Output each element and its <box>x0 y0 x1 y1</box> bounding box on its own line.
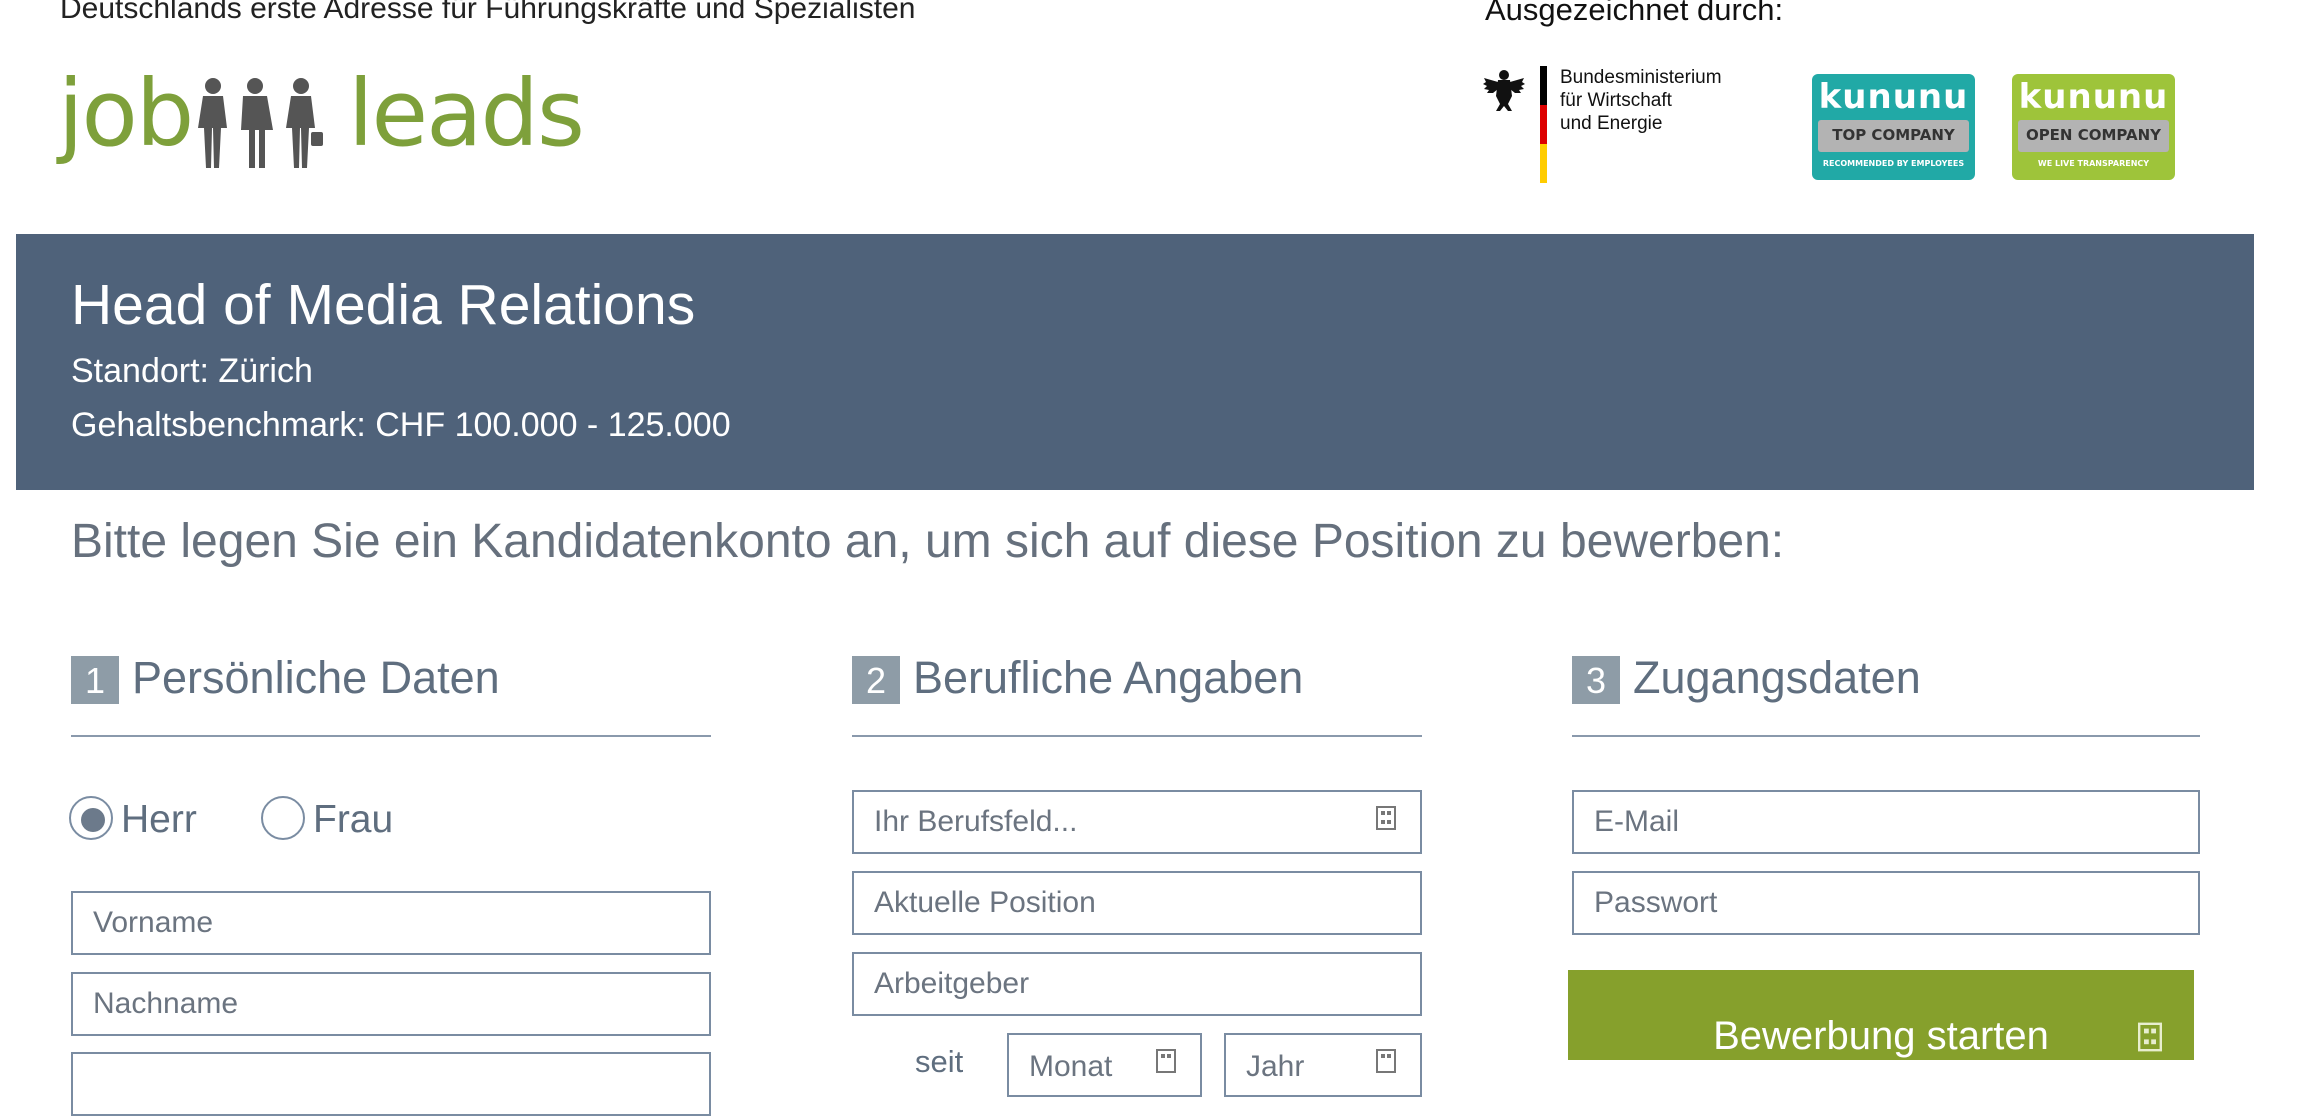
position-field[interactable]: Aktuelle Position <box>852 871 1422 935</box>
lastname-placeholder: Nachname <box>93 987 239 1020</box>
badge-brand: kununu <box>2018 77 2169 117</box>
tagline: Deutschlands erste Adresse für Führungsk… <box>60 0 916 25</box>
radio-selected-dot <box>81 808 105 832</box>
radio-circle[interactable] <box>69 796 113 840</box>
password-field[interactable]: Passwort <box>1572 871 2200 935</box>
job-location: Standort: Zürich <box>71 352 313 390</box>
section-number: 1 <box>71 656 119 704</box>
month-placeholder: Monat <box>1029 1050 1113 1083</box>
section-label: Berufliche Angaben <box>913 652 1304 703</box>
ministry-name: Bundesministerium für Wirtschaft und Ene… <box>1560 66 1722 135</box>
firstname-field[interactable]: Vorname <box>71 891 711 955</box>
awarded-label: Ausgezeichnet durch: <box>1485 0 1784 27</box>
year-select[interactable]: Jahr <box>1224 1033 1422 1097</box>
badge-sub: RECOMMENDED BY EMPLOYEES <box>1822 159 1965 168</box>
email-placeholder: E-Mail <box>1594 805 1680 838</box>
section-personal-header: 1 Persönliche Daten <box>71 652 711 704</box>
profession-placeholder: Ihr Berufsfeld... <box>874 805 1078 838</box>
lastname-field[interactable]: Nachname <box>71 972 711 1036</box>
start-application-button[interactable]: Bewerbung starten <box>1568 970 2194 1060</box>
radio-label[interactable]: Frau <box>313 798 393 842</box>
ministry-line-2: für Wirtschaft <box>1560 90 1672 111</box>
eagle-icon <box>1483 70 1525 111</box>
form-helper-icon <box>2138 1022 2162 1052</box>
form-helper-icon <box>1376 806 1396 830</box>
start-application-label: Bewerbung starten <box>1713 1014 2049 1058</box>
kununu-open-company-badge[interactable]: kununu OPEN COMPANY WE LIVE TRANSPARENCY <box>2012 74 2175 180</box>
section-divider <box>852 735 1422 737</box>
ministry-line-3: und Energie <box>1560 113 1663 134</box>
firstname-placeholder: Vorname <box>93 906 214 939</box>
people-silhouette-icon <box>198 78 323 168</box>
employer-placeholder: Arbeitgeber <box>874 967 1030 1000</box>
email-field[interactable]: E-Mail <box>1572 790 2200 854</box>
position-placeholder: Aktuelle Position <box>874 886 1096 919</box>
german-flag-stripe <box>1540 66 1547 183</box>
section-label: Persönliche Daten <box>132 652 500 703</box>
password-placeholder: Passwort <box>1594 886 1718 919</box>
section-number: 2 <box>852 656 900 704</box>
profession-field[interactable]: Ihr Berufsfeld... <box>852 790 1422 854</box>
logo-part1: job <box>58 60 194 167</box>
badge-sub: WE LIVE TRANSPARENCY <box>2037 159 2150 168</box>
ministry-award: Bundesministerium für Wirtschaft und Ene… <box>1480 66 1740 186</box>
section-professional-header: 2 Berufliche Angaben <box>852 652 1422 704</box>
year-placeholder: Jahr <box>1246 1050 1305 1083</box>
form-helper-icon <box>1156 1049 1176 1073</box>
job-header: Head of Media Relations Standort: Zürich… <box>16 234 2254 490</box>
radio-label[interactable]: Herr <box>121 798 197 842</box>
badge-label: TOP COMPANY <box>1818 120 1969 152</box>
employer-field[interactable]: Arbeitgeber <box>852 952 1422 1016</box>
section-number: 3 <box>1572 656 1620 704</box>
form-helper-icon <box>1376 1049 1396 1073</box>
badge-label: OPEN COMPANY <box>2018 120 2169 152</box>
intro-text: Bitte legen Sie ein Kandidatenkonto an, … <box>71 515 1785 568</box>
ministry-line-1: Bundesministerium <box>1560 67 1722 88</box>
section-divider <box>1572 735 2200 737</box>
section-label: Zugangsdaten <box>1633 652 1921 703</box>
section-access-header: 3 Zugangsdaten <box>1572 652 2200 704</box>
next-personal-field[interactable] <box>71 1052 711 1116</box>
badge-brand: kununu <box>1818 77 1969 117</box>
month-select[interactable]: Monat <box>1007 1033 1202 1097</box>
job-salary: Gehaltsbenchmark: CHF 100.000 - 125.000 <box>71 406 731 444</box>
logo-part2: leads <box>348 60 585 167</box>
kununu-top-company-badge[interactable]: kununu TOP COMPANY RECOMMENDED BY EMPLOY… <box>1812 74 1975 180</box>
job-title: Head of Media Relations <box>71 273 696 337</box>
section-divider <box>71 735 711 737</box>
jobleads-logo[interactable]: job leads <box>58 60 585 178</box>
radio-circle[interactable] <box>261 796 305 840</box>
since-label: seit <box>915 1044 964 1079</box>
